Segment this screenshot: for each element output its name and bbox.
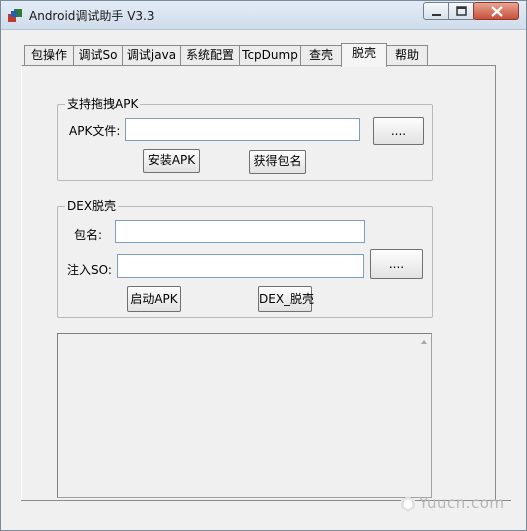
tab-system-config[interactable]: 系统配置 xyxy=(180,45,240,66)
inject-so-label: 注入SO: xyxy=(67,263,112,277)
tab-package-ops[interactable]: 包操作 xyxy=(24,45,74,66)
output-textarea[interactable] xyxy=(57,333,432,498)
apk-browse-button[interactable]: .... xyxy=(373,117,424,145)
start-apk-button[interactable]: 启动APK xyxy=(127,286,181,312)
tab-debug-so[interactable]: 调试So xyxy=(73,45,123,66)
close-icon xyxy=(491,6,503,17)
minimize-icon xyxy=(432,14,441,16)
tab-help[interactable]: 帮助 xyxy=(386,45,428,66)
close-button[interactable] xyxy=(473,2,519,20)
tab-check-shell[interactable]: 查壳 xyxy=(300,45,342,66)
get-package-name-button[interactable]: 获得包名 xyxy=(249,150,306,174)
package-name-label: 包名: xyxy=(74,228,103,242)
watermark: Yuucn.com xyxy=(399,493,515,515)
minimize-button[interactable] xyxy=(423,2,449,20)
maximize-icon xyxy=(456,6,467,16)
tab-debug-java[interactable]: 调试java xyxy=(122,45,181,66)
apk-group-title: 支持拖拽APK xyxy=(65,97,141,111)
so-browse-button[interactable]: .... xyxy=(370,249,423,279)
app-window: Android调试助手 V3.3 包操作 调试So 调试java 系统配置 Tc… xyxy=(0,0,527,531)
apk-file-label: APK文件: xyxy=(69,124,121,138)
app-icon xyxy=(7,7,23,23)
watermark-logo-icon xyxy=(401,496,415,512)
dex-group-title: DEX脱壳 xyxy=(65,199,119,213)
watermark-text: Yuucn.com xyxy=(419,494,505,512)
tab-tcpdump[interactable]: TcpDump xyxy=(239,45,301,66)
apk-file-input[interactable] xyxy=(125,118,360,141)
package-name-input[interactable] xyxy=(115,220,365,243)
install-apk-button[interactable]: 安装APK xyxy=(143,149,200,173)
maximize-button[interactable] xyxy=(448,2,474,20)
inject-so-input[interactable] xyxy=(117,254,364,278)
dex-unpack-button[interactable]: DEX_脱壳 xyxy=(258,286,314,312)
window-title: Android调试助手 V3.3 xyxy=(29,9,155,23)
tab-unpack[interactable]: 脱壳 xyxy=(341,43,387,67)
title-bar[interactable]: Android调试助手 V3.3 xyxy=(1,1,526,30)
scroll-up-arrow-icon[interactable] xyxy=(421,340,427,344)
